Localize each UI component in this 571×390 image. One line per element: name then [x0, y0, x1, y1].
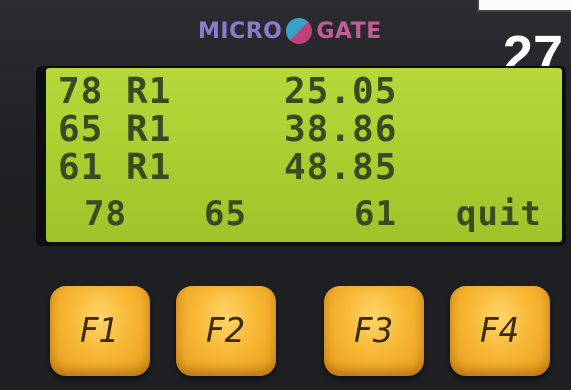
- result-time: 25.05: [284, 71, 398, 112]
- result-row: 61 R1 48.85: [58, 150, 558, 186]
- brand-text-left: MICRO: [198, 18, 283, 44]
- run-label: R1: [126, 71, 172, 112]
- result-time: 38.86: [284, 109, 398, 150]
- softkey-label-row: 78 65 61 quit: [58, 196, 558, 232]
- timer-device: MICRO GATE 27 78 R1 25.05 65 R1 38.86 61…: [0, 0, 571, 390]
- f3-label: F3: [354, 311, 394, 351]
- bib-number: 65: [58, 109, 104, 150]
- f3-button[interactable]: F3: [324, 286, 424, 376]
- f1-button[interactable]: F1: [50, 286, 150, 376]
- f2-label: F2: [206, 311, 246, 351]
- logo-icon: [286, 18, 313, 44]
- run-label: R1: [126, 147, 172, 188]
- softkey-label-2: 65: [204, 194, 247, 234]
- result-row: 78 R1 25.05: [58, 74, 558, 110]
- brand-logo: MICRO GATE: [198, 14, 382, 48]
- lcd-display: 78 R1 25.05 65 R1 38.86 61 R1 48.85 78 6…: [46, 68, 562, 242]
- f2-button[interactable]: F2: [176, 286, 276, 376]
- softkey-label-1: 78: [84, 194, 127, 234]
- result-time: 48.85: [284, 147, 398, 188]
- run-label: R1: [126, 109, 172, 150]
- f4-label: F4: [480, 311, 520, 351]
- brand-text-right: GATE: [316, 18, 382, 44]
- bib-number: 61: [58, 147, 104, 188]
- f1-label: F1: [80, 311, 120, 351]
- softkey-label-4: quit: [456, 194, 542, 234]
- result-row: 65 R1 38.86: [58, 112, 558, 148]
- corner-box: [477, 0, 571, 12]
- softkey-label-3: 61: [354, 194, 397, 234]
- bib-number: 78: [58, 71, 104, 112]
- f4-button[interactable]: F4: [450, 286, 550, 376]
